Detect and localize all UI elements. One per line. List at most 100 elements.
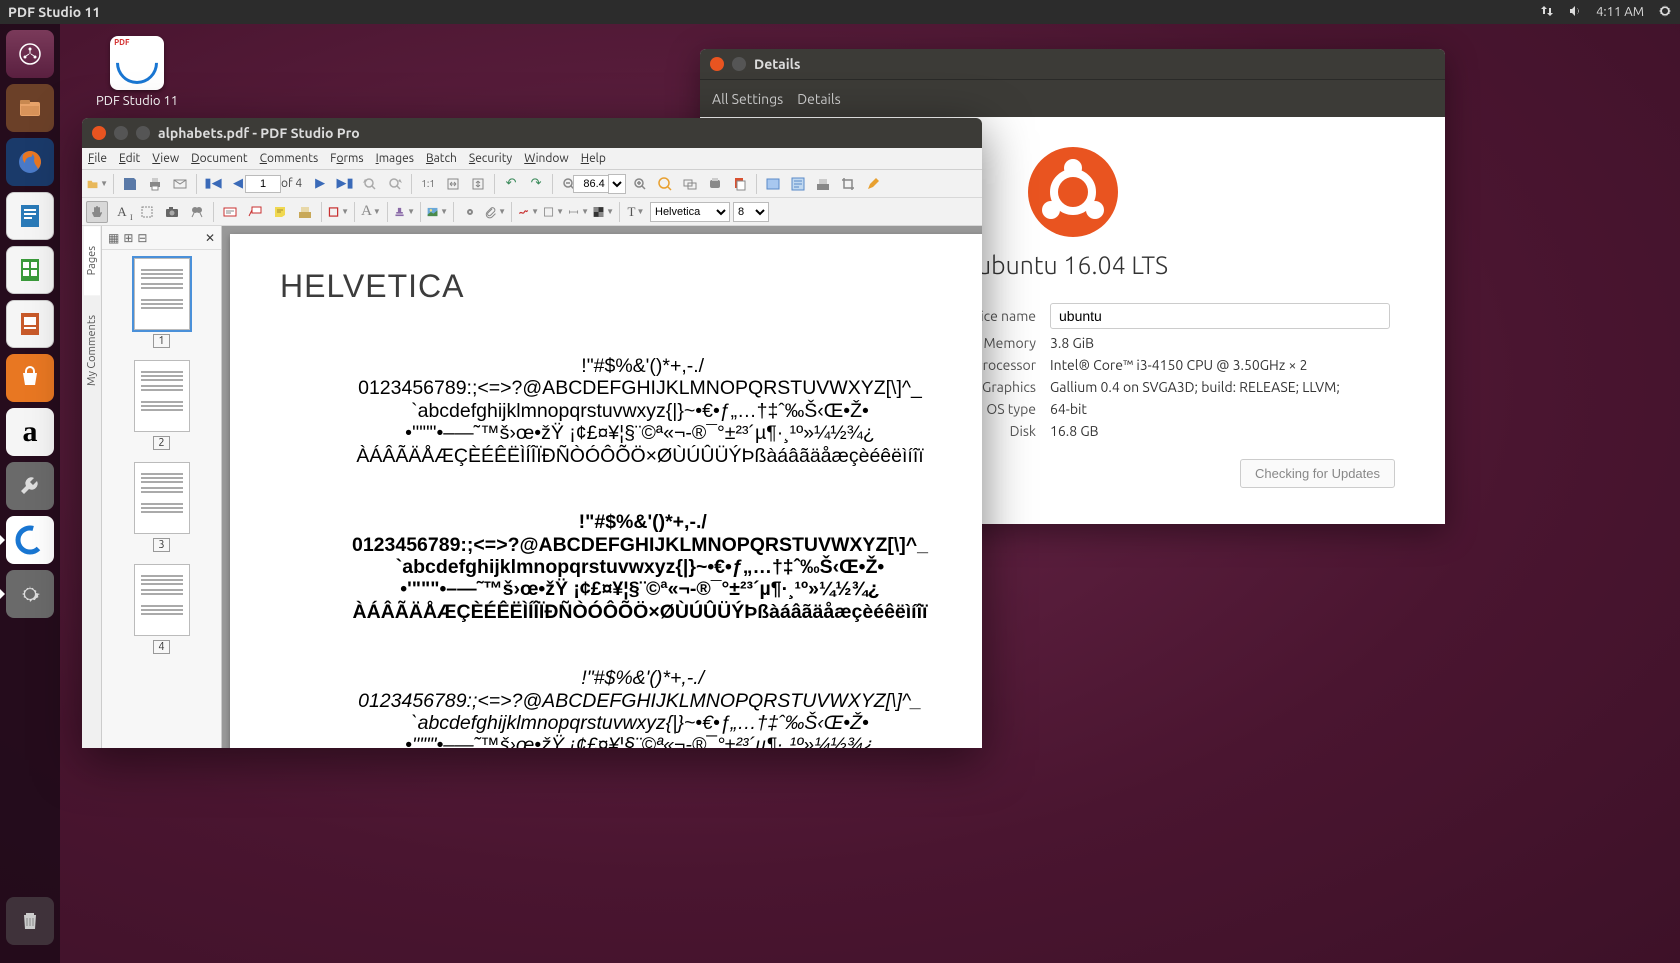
prev-view-button[interactable] [359, 173, 381, 195]
pan-zoom-button[interactable] [679, 173, 701, 195]
launcher-settings-tool[interactable] [6, 462, 54, 510]
stamp-tool[interactable]: ▼ [393, 201, 415, 223]
desktop-icon-pdfstudio[interactable]: PDF Studio 11 [96, 36, 178, 108]
menu-security[interactable]: Security [469, 152, 512, 165]
form-highlight-button[interactable] [762, 173, 784, 195]
font-select[interactable]: Helvetica [650, 202, 730, 222]
launcher-firefox[interactable] [6, 138, 54, 186]
launcher-files[interactable] [6, 84, 54, 132]
menu-edit[interactable]: Edit [119, 152, 140, 165]
launcher-trash[interactable] [6, 897, 54, 945]
zoom-in-button[interactable] [629, 173, 651, 195]
menu-forms[interactable]: Forms [330, 152, 363, 165]
thumb-collapse-icon[interactable]: ⊟ [137, 231, 147, 245]
thumbnail-page-4[interactable] [134, 564, 190, 636]
attach-tool[interactable]: ▼ [484, 201, 506, 223]
maximize-icon[interactable] [136, 126, 150, 140]
launcher-impress[interactable] [6, 300, 54, 348]
launcher-system-settings[interactable] [6, 570, 54, 618]
find-tool[interactable] [186, 201, 208, 223]
snapshot-tool[interactable] [161, 201, 183, 223]
launcher-writer[interactable] [6, 192, 54, 240]
menu-window[interactable]: Window [524, 152, 568, 165]
save-button[interactable] [119, 173, 141, 195]
first-page-button[interactable]: ▮◀ [202, 173, 224, 195]
pencil-tool[interactable]: ▼ [517, 201, 539, 223]
select-tool[interactable]: AI [111, 201, 133, 223]
last-page-button[interactable]: ▶▮ [334, 173, 356, 195]
zoom-dropdown[interactable] [608, 174, 626, 194]
area-tool[interactable]: ▼ [542, 201, 564, 223]
breadcrumb-details[interactable]: Details [797, 91, 840, 107]
rotate-ccw-button[interactable]: ↶ [500, 173, 522, 195]
redact-tool[interactable]: ▼ [592, 201, 614, 223]
scan-button[interactable] [704, 173, 726, 195]
breadcrumb-all-settings[interactable]: All Settings [712, 91, 783, 107]
typewriter-tool[interactable] [294, 201, 316, 223]
email-button[interactable] [169, 173, 191, 195]
launcher-software[interactable] [6, 354, 54, 402]
image-tool[interactable]: ▼ [426, 201, 448, 223]
highlight-tool[interactable]: A▼ [360, 201, 382, 223]
menu-file[interactable]: File [88, 152, 107, 165]
menu-view[interactable]: View [152, 152, 179, 165]
fit-page-button[interactable] [467, 173, 489, 195]
thumbnail-page-2[interactable] [134, 360, 190, 432]
loupe-button[interactable] [654, 173, 676, 195]
typewriter-button[interactable] [812, 173, 834, 195]
next-view-button[interactable] [384, 173, 406, 195]
device-name-input[interactable] [1050, 303, 1390, 329]
thumb-expand-icon[interactable]: ⊞ [123, 231, 133, 245]
gear-icon[interactable] [1658, 4, 1672, 21]
minimize-icon[interactable] [114, 126, 128, 140]
menu-help[interactable]: Help [581, 152, 606, 165]
sound-icon[interactable] [1568, 4, 1582, 21]
clock[interactable]: 4:11 AM [1596, 5, 1644, 19]
menu-images[interactable]: Images [376, 152, 414, 165]
menu-batch[interactable]: Batch [426, 152, 457, 165]
thumbnail-page-1[interactable] [134, 258, 190, 330]
text-box-tool[interactable] [219, 201, 241, 223]
page-input[interactable] [252, 173, 274, 195]
thumb-close-icon[interactable]: ✕ [205, 231, 215, 245]
actual-size-button[interactable]: 1:1 [417, 173, 439, 195]
minimize-icon[interactable] [732, 57, 746, 71]
hand-tool[interactable] [86, 201, 108, 223]
network-icon[interactable] [1540, 4, 1554, 21]
fit-width-button[interactable] [442, 173, 464, 195]
next-page-button[interactable]: ▶ [309, 173, 331, 195]
tab-pages[interactable]: Pages [84, 226, 100, 295]
distance-tool[interactable]: ▼ [567, 201, 589, 223]
text-format-tool[interactable]: T▼ [625, 201, 647, 223]
link-tool[interactable] [459, 201, 481, 223]
check-updates-button[interactable]: Checking for Updates [1240, 459, 1395, 488]
launcher-calc[interactable] [6, 246, 54, 294]
details-titlebar[interactable]: Details [700, 49, 1445, 79]
crop-button[interactable] [837, 173, 859, 195]
launcher-search[interactable] [6, 30, 54, 78]
rotate-cw-button[interactable]: ↷ [525, 173, 547, 195]
open-button[interactable]: ▼ [86, 173, 108, 195]
convert-button[interactable] [729, 173, 751, 195]
document-viewport[interactable]: HELVETICA !"#$%&'()*+,-./ 0123456789:;<=… [222, 226, 982, 748]
ubuntu-logo [1028, 147, 1118, 237]
tab-comments[interactable]: My Comments [84, 295, 100, 406]
pdf-titlebar[interactable]: alphabets.pdf - PDF Studio Pro [82, 118, 982, 148]
font-size-select[interactable]: 8 [733, 202, 769, 222]
thumbnail-page-3[interactable] [134, 462, 190, 534]
launcher-pdfstudio[interactable] [6, 516, 54, 564]
form-edit-button[interactable] [787, 173, 809, 195]
shape-tool[interactable]: ▼ [327, 201, 349, 223]
callout-tool[interactable] [244, 201, 266, 223]
launcher-amazon[interactable]: a [6, 408, 54, 456]
menu-comments[interactable]: Comments [260, 152, 319, 165]
menu-document[interactable]: Document [191, 152, 248, 165]
close-icon[interactable] [92, 126, 106, 140]
edit-content-button[interactable] [862, 173, 884, 195]
print-button[interactable] [144, 173, 166, 195]
zoom-input[interactable] [583, 173, 605, 195]
sticky-note-tool[interactable] [269, 201, 291, 223]
close-icon[interactable] [710, 57, 724, 71]
thumb-options-icon[interactable]: ▦ [108, 231, 119, 245]
marquee-tool[interactable] [136, 201, 158, 223]
